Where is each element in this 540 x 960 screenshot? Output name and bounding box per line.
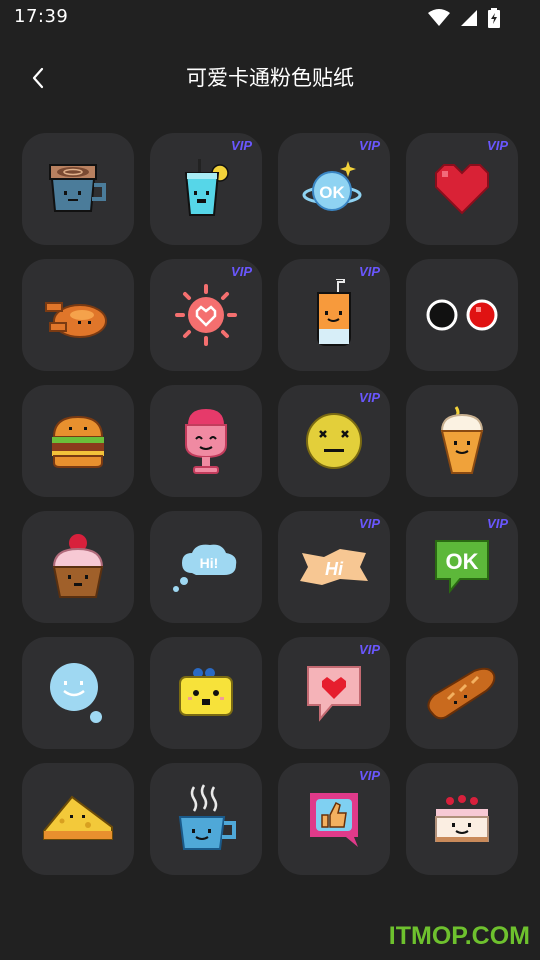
lemon-drink-sticker: [174, 157, 238, 221]
toast-face-sticker: [174, 661, 238, 725]
yellow-smiley-sticker: [302, 409, 366, 473]
vip-badge: VIP: [359, 264, 380, 279]
sticker-tile-blue-smiley-bubble[interactable]: [22, 637, 134, 749]
sticker-tile-hi-cloud-bubble[interactable]: Hi!: [150, 511, 262, 623]
battery-icon: [488, 8, 500, 28]
ok-planet-sticker: OK: [302, 157, 366, 221]
vip-badge: VIP: [359, 516, 380, 531]
header: 可爱卡通粉色贴纸: [0, 56, 540, 100]
sticker-tile-thumbs-up-bubble[interactable]: VIP: [278, 763, 390, 875]
cheese-slice-sticker: [40, 791, 116, 847]
sticker-tile-orange-juice[interactable]: VIP: [278, 259, 390, 371]
red-heart-sticker: [430, 157, 494, 221]
hot-tea-cup-sticker: [174, 783, 238, 855]
thumbs-up-bubble-sticker: [302, 787, 366, 851]
vip-badge: VIP: [487, 138, 508, 153]
black-red-dots-sticker: [422, 295, 502, 335]
page-title: 可爱卡通粉色贴纸: [186, 66, 354, 90]
cupcake-sticker: [46, 531, 110, 603]
hi-cloud-bubble-sticker: Hi!: [170, 539, 242, 595]
sticker-tile-cupcake[interactable]: [22, 511, 134, 623]
burger-sticker: [46, 409, 110, 473]
sticker-tile-ok-planet[interactable]: VIP OK: [278, 133, 390, 245]
vip-badge: VIP: [359, 138, 380, 153]
hi-tag-text: Hi: [325, 559, 344, 579]
vip-badge: VIP: [231, 264, 252, 279]
sticker-tile-coffee-cup[interactable]: [22, 133, 134, 245]
ok-speech-bubble-sticker: OK: [430, 535, 494, 599]
pink-ice-cream-sticker: [174, 405, 238, 477]
roast-chicken-sticker: [42, 283, 114, 347]
status-bar: 17:39: [0, 0, 540, 36]
sticker-tile-hi-tag[interactable]: VIP Hi: [278, 511, 390, 623]
status-time: 17:39: [14, 6, 69, 27]
hi-tag-sticker: Hi: [296, 543, 372, 591]
sticker-tile-roast-chicken[interactable]: [22, 259, 134, 371]
sticker-tile-yellow-smiley[interactable]: VIP: [278, 385, 390, 497]
ok-bubble-text: OK: [446, 549, 479, 574]
vip-badge: VIP: [487, 516, 508, 531]
sticker-tile-red-heart[interactable]: VIP: [406, 133, 518, 245]
sticker-tile-cheese-slice[interactable]: [22, 763, 134, 875]
blue-smiley-bubble-sticker: [46, 657, 110, 729]
vip-badge: VIP: [359, 768, 380, 783]
sticker-tile-burger[interactable]: [22, 385, 134, 497]
watermark: ITMOP.COM: [388, 922, 530, 950]
sticker-tile-toast-face[interactable]: [150, 637, 262, 749]
hi-cloud-text: Hi!: [200, 555, 219, 571]
cherry-cake-sticker: [430, 787, 494, 851]
sticker-tile-lemon-drink[interactable]: VIP: [150, 133, 262, 245]
sticker-tile-ok-speech-bubble[interactable]: VIP OK: [406, 511, 518, 623]
status-icons: [428, 8, 500, 28]
ice-cream-cone-sticker: [430, 405, 494, 477]
heart-speech-bubble-sticker: [302, 661, 366, 725]
cellular-signal-icon: [461, 10, 477, 26]
vip-badge: VIP: [359, 390, 380, 405]
sticker-tile-bread-loaf[interactable]: [406, 637, 518, 749]
sticker-tile-cherry-cake[interactable]: [406, 763, 518, 875]
pink-sun-heart-sticker: [174, 283, 238, 347]
ok-planet-text: OK: [319, 183, 345, 202]
coffee-cup-sticker: [46, 157, 110, 221]
vip-badge: VIP: [231, 138, 252, 153]
sticker-grid: VIP VIP OK VIP VIP VIP VIP Hi! VIP Hi VI…: [22, 133, 518, 875]
sticker-tile-hot-tea-cup[interactable]: [150, 763, 262, 875]
orange-juice-sticker: [302, 279, 366, 351]
sticker-tile-heart-speech-bubble[interactable]: VIP: [278, 637, 390, 749]
wifi-icon: [428, 9, 450, 26]
bread-loaf-sticker: [424, 665, 500, 721]
vip-badge: VIP: [359, 642, 380, 657]
sticker-tile-pink-sun-heart[interactable]: VIP: [150, 259, 262, 371]
sticker-tile-black-red-dots[interactable]: [406, 259, 518, 371]
sticker-tile-pink-ice-cream[interactable]: [150, 385, 262, 497]
sticker-tile-ice-cream-cone[interactable]: [406, 385, 518, 497]
